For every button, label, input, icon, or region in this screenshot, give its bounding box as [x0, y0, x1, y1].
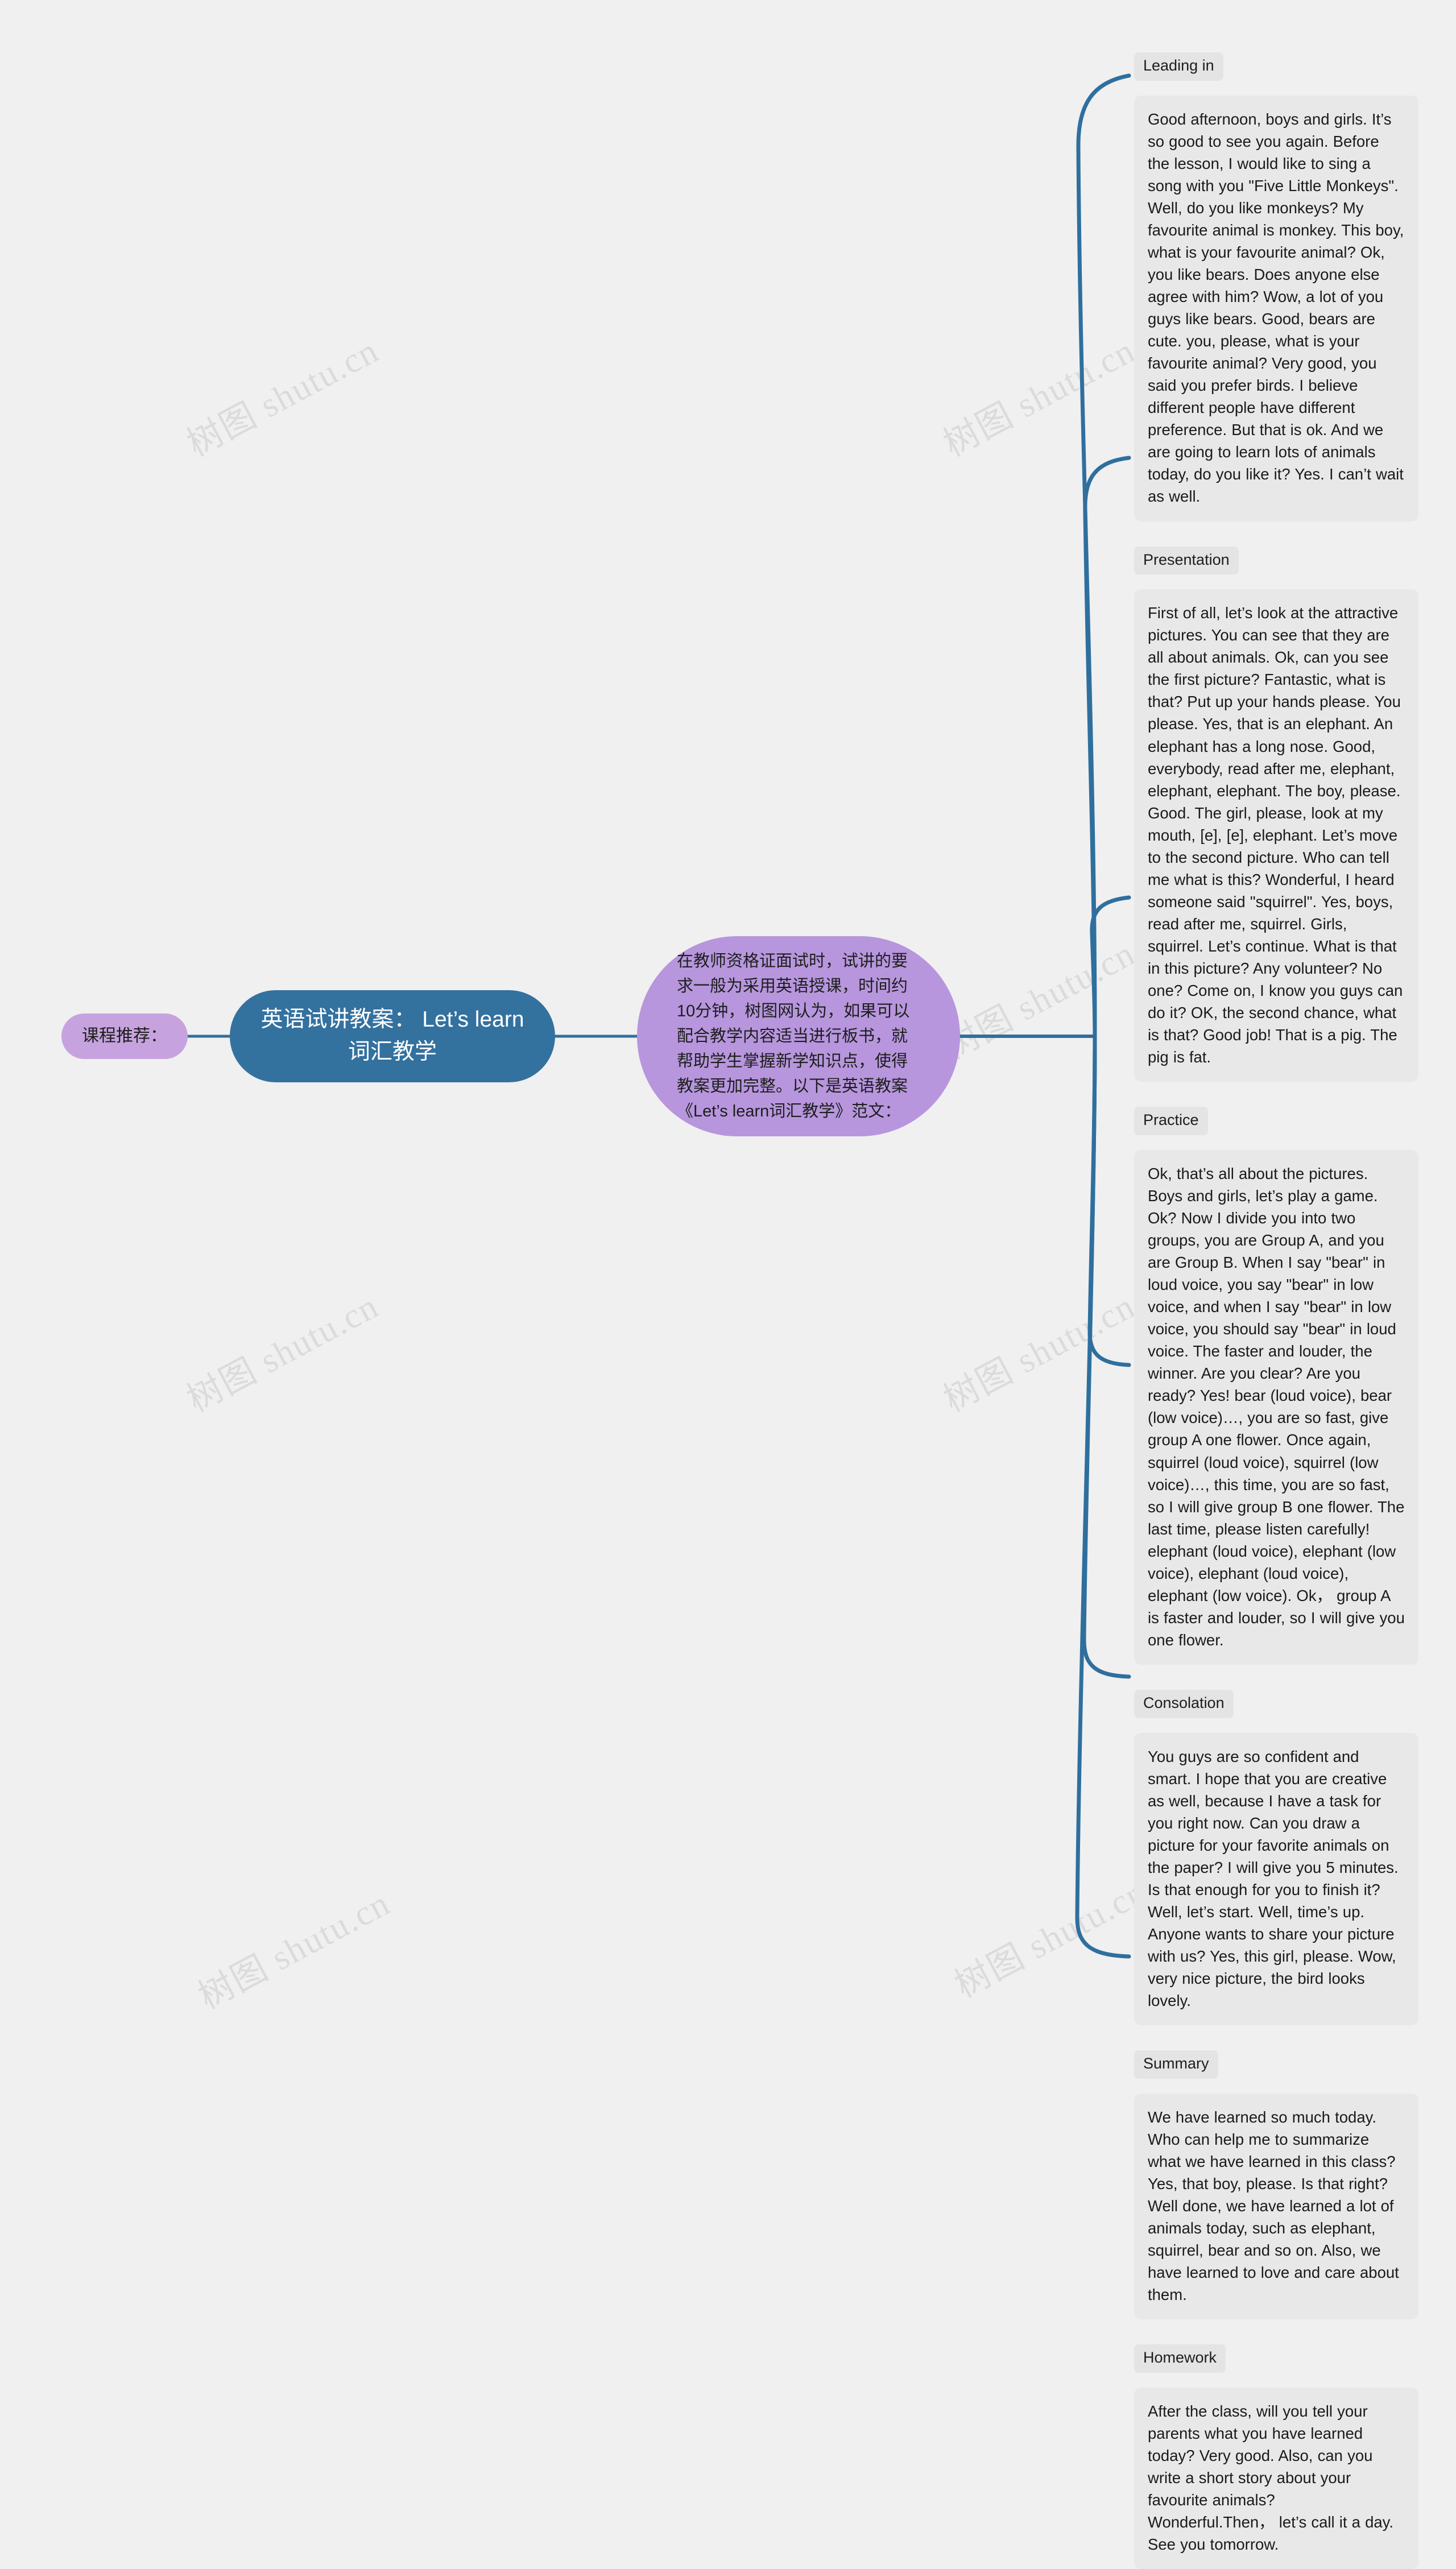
- section-consolation: Consolation You guys are so confident an…: [1134, 1689, 1441, 2026]
- section-body-leading-in[interactable]: Good afternoon, boys and girls. It’s so …: [1134, 95, 1418, 522]
- watermark-text: 树图 shutu.cn: [181, 1286, 385, 1420]
- watermark-text: 树图 shutu.cn: [949, 1872, 1153, 2005]
- node-root-title[interactable]: 英语试讲教案： Let’s learn词汇教学: [230, 990, 555, 1082]
- section-label-consolation[interactable]: Consolation: [1134, 1689, 1234, 1718]
- section-body-presentation[interactable]: First of all, let’s look at the attracti…: [1134, 589, 1418, 1082]
- section-label-leading-in[interactable]: Leading in: [1134, 52, 1223, 81]
- section-summary: Summary We have learned so much today. W…: [1134, 2050, 1441, 2320]
- branch-homework: [1075, 1034, 1131, 1959]
- branch-practice: [1090, 895, 1131, 1039]
- section-body-practice[interactable]: Ok, that’s all about the pictures. Boys …: [1134, 1149, 1418, 1665]
- watermark-text: 树图 shutu.cn: [937, 331, 1141, 464]
- branch-summary: [1082, 1034, 1131, 1679]
- sections-column: Leading in Good afternoon, boys and girl…: [1134, 0, 1441, 2569]
- branch-presentation: [1083, 456, 1131, 1039]
- node-course-recommendation[interactable]: 课程推荐：: [61, 1013, 188, 1059]
- branch-consolation: [1087, 1034, 1131, 1367]
- watermark-text: 树图 shutu.cn: [937, 934, 1141, 1067]
- branch-leading-in: [1076, 73, 1131, 1039]
- section-presentation: Presentation First of all, let’s look at…: [1134, 546, 1441, 1082]
- node-introduction[interactable]: 在教师资格证面试时，试讲的要求一般为采用英语授课，时间约10分钟，树图网认为，如…: [637, 936, 960, 1136]
- section-leading-in: Leading in Good afternoon, boys and girl…: [1134, 52, 1441, 522]
- section-body-consolation[interactable]: You guys are so confident and smart. I h…: [1134, 1732, 1418, 2026]
- watermark-text: 树图 shutu.cn: [937, 1286, 1141, 1420]
- section-label-presentation[interactable]: Presentation: [1134, 546, 1239, 575]
- watermark-text: 树图 shutu.cn: [192, 1884, 396, 2017]
- section-label-practice[interactable]: Practice: [1134, 1107, 1208, 1135]
- watermark-text: 树图 shutu.cn: [181, 331, 385, 464]
- section-label-homework[interactable]: Homework: [1134, 2344, 1226, 2373]
- section-body-summary[interactable]: We have learned so much today. Who can h…: [1134, 2093, 1418, 2320]
- section-homework: Homework After the class, will you tell …: [1134, 2344, 1441, 2569]
- node-introduction-text: 在教师资格证面试时，试讲的要求一般为采用英语授课，时间约10分钟，树图网认为，如…: [677, 952, 910, 1121]
- section-label-summary[interactable]: Summary: [1134, 2050, 1218, 2079]
- section-body-homework[interactable]: After the class, will you tell your pare…: [1134, 2387, 1418, 2569]
- section-practice: Practice Ok, that’s all about the pictur…: [1134, 1107, 1441, 1665]
